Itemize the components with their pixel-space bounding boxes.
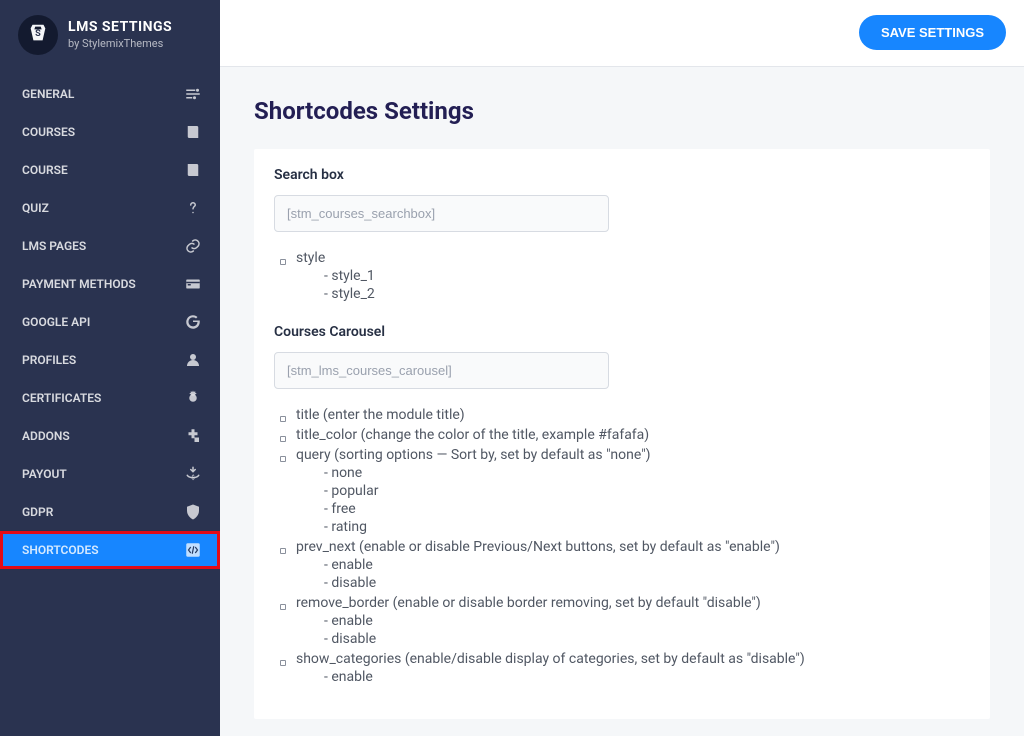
question-icon [184,199,202,217]
svg-text:S: S [35,29,41,39]
sliders-icon [184,85,202,103]
sidebar-item-label: QUIZ [22,201,49,215]
attr-values: - enable [296,669,970,685]
attr-value: - enable [324,669,970,685]
sidebar: S LMS SETTINGS by StylemixThemes GENERAL… [0,0,220,736]
sidebar-item-label: SHORTCODES [22,543,99,557]
book-icon [184,123,202,141]
sidebar-item-google-api[interactable]: GOOGLE API [0,303,220,341]
brand-title: LMS SETTINGS [68,20,172,35]
attr-value: - disable [324,575,970,591]
sidebar-item-label: PROFILES [22,353,76,367]
attr-values: - none - popular - free - rating [296,465,970,535]
attr-values: - enable - disable [296,557,970,591]
brand-subtitle: by StylemixThemes [68,37,172,50]
attr-item: remove_border (enable or disable border … [280,595,970,647]
attr-item: query (sorting options — Sort by, set by… [280,447,970,535]
topbar: SAVE SETTINGS [220,0,1024,67]
attr-list: title (enter the module title) title_colo… [274,407,970,685]
sidebar-item-quiz[interactable]: QUIZ [0,189,220,227]
attr-value: - style_1 [324,268,970,284]
brand: S LMS SETTINGS by StylemixThemes [0,0,220,75]
section-title: Search box [274,167,970,183]
settings-panel: Search boxstyle- style_1- style_2Courses… [254,149,990,719]
attr-value: - rating [324,519,970,535]
attr-item: style- style_1- style_2 [280,250,970,302]
user-icon [184,351,202,369]
content: Shortcodes Settings Search boxstyle- sty… [220,67,1024,736]
shield-icon [184,503,202,521]
attr-value: - disable [324,631,970,647]
book-icon [184,161,202,179]
sidebar-item-label: COURSE [22,163,68,177]
card-icon [184,275,202,293]
shortcode-input[interactable] [274,195,609,232]
sidebar-item-label: PAYOUT [22,467,67,481]
sidebar-item-label: PAYMENT METHODS [22,277,136,291]
attr-values: - style_1 - style_2 [296,268,970,302]
attr-values: - enable - disable [296,613,970,647]
sidebar-item-profiles[interactable]: PROFILES [0,341,220,379]
save-settings-button[interactable]: SAVE SETTINGS [859,15,1006,50]
sidebar-item-course[interactable]: COURSE [0,151,220,189]
section-title: Courses Carousel [274,324,970,340]
attr-item: title (enter the module title) [280,407,970,423]
brand-logo: S [18,15,58,55]
sidebar-item-gdpr[interactable]: GDPR [0,493,220,531]
attr-value: - style_2 [324,286,970,302]
sidebar-item-shortcodes[interactable]: SHORTCODES [0,531,220,569]
badge-icon [184,389,202,407]
logo-icon: S [27,22,49,48]
sidebar-item-lms-pages[interactable]: LMS PAGES [0,227,220,265]
payout-icon [184,465,202,483]
google-icon [184,313,202,331]
sidebar-item-label: GOOGLE API [22,315,90,329]
sidebar-item-courses[interactable]: COURSES [0,113,220,151]
sidebar-nav: GENERAL COURSES COURSE QUIZ LMS PAGES PAYMENT… [0,75,220,569]
attr-item: title_color (change the color of the tit… [280,427,970,443]
attr-value: - popular [324,483,970,499]
shortcode-icon [184,541,202,559]
attr-item: show_categories (enable/disable display … [280,651,970,685]
sidebar-item-label: COURSES [22,125,75,139]
plugin-icon [184,427,202,445]
attr-value: - free [324,501,970,517]
sidebar-item-label: CERTIFICATES [22,391,101,405]
link-icon [184,237,202,255]
sidebar-item-label: LMS PAGES [22,239,86,253]
attr-list: style- style_1- style_2 [274,250,970,302]
shortcode-section: Search boxstyle- style_1- style_2 [274,167,970,302]
attr-value: - enable [324,557,970,573]
sidebar-item-label: GENERAL [22,87,74,101]
shortcode-input[interactable] [274,352,609,389]
sidebar-item-addons[interactable]: ADDONS [0,417,220,455]
sidebar-item-payout[interactable]: PAYOUT [0,455,220,493]
page-title: Shortcodes Settings [254,97,990,125]
sidebar-item-general[interactable]: GENERAL [0,75,220,113]
shortcode-section: Courses Carousel title (enter the module … [274,324,970,685]
sidebar-item-payment-methods[interactable]: PAYMENT METHODS [0,265,220,303]
sidebar-item-label: GDPR [22,505,53,519]
attr-item: prev_next (enable or disable Previous/Ne… [280,539,970,591]
sidebar-item-certificates[interactable]: CERTIFICATES [0,379,220,417]
attr-value: - none [324,465,970,481]
sidebar-item-label: ADDONS [22,429,70,443]
attr-value: - enable [324,613,970,629]
